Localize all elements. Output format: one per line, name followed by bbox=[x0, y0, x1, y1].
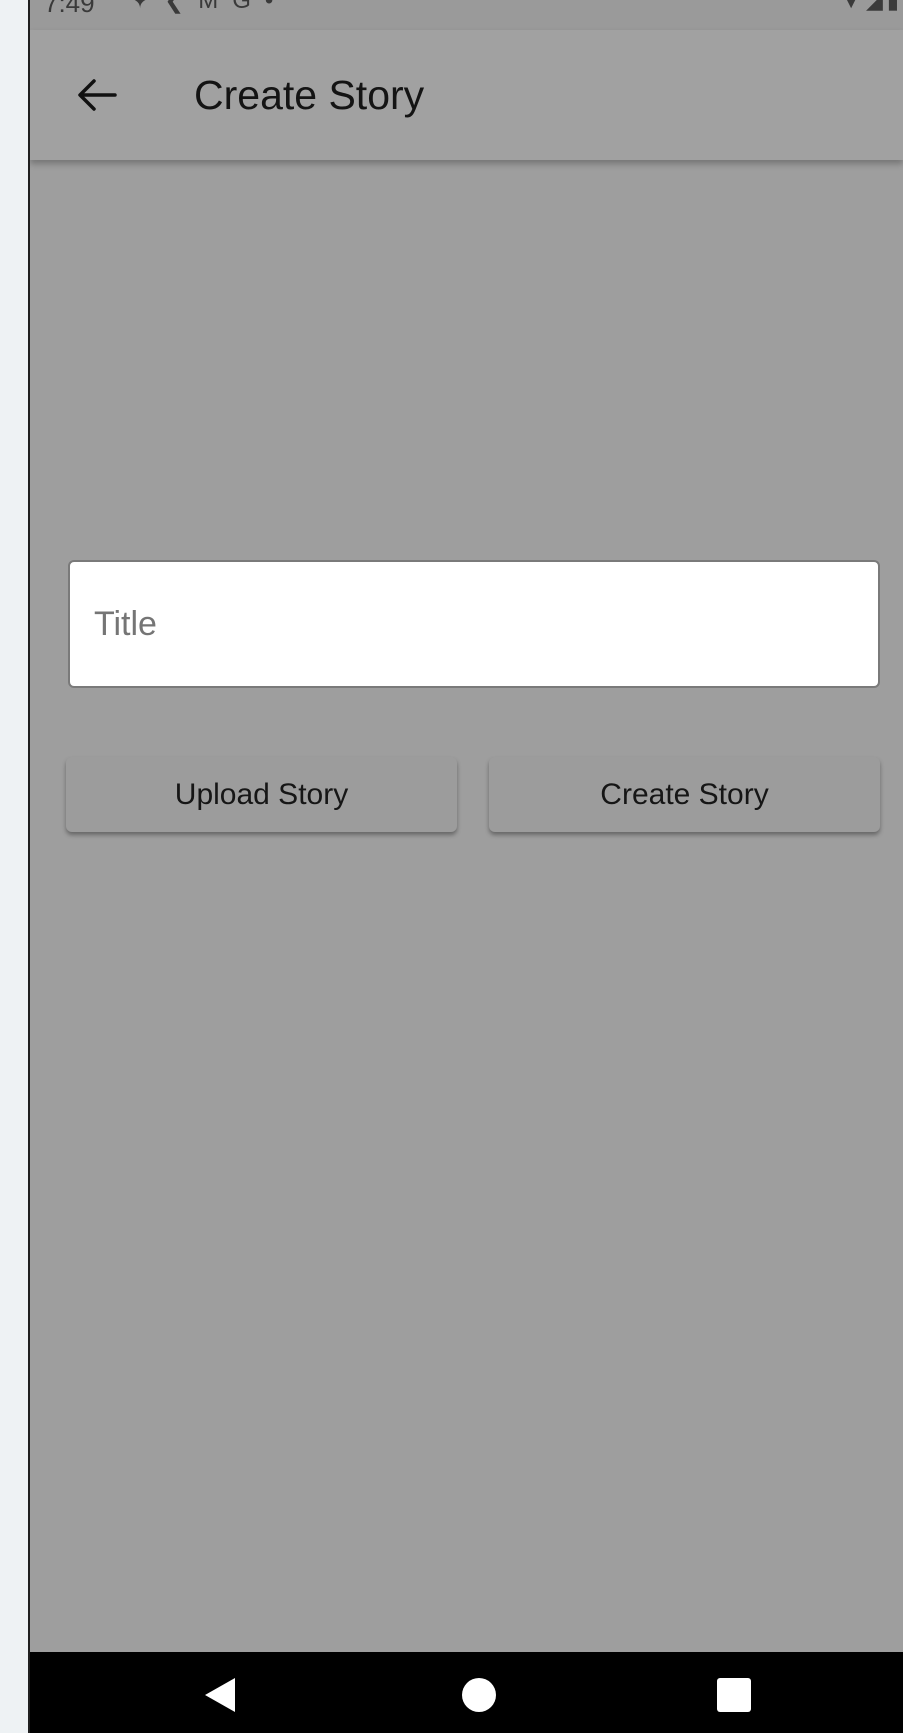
title-field[interactable] bbox=[68, 560, 880, 688]
dot-icon: • bbox=[264, 0, 288, 14]
back-button[interactable] bbox=[62, 60, 132, 130]
battery-icon: ▮ bbox=[886, 0, 903, 13]
app-icon: ❮ bbox=[164, 0, 199, 14]
screen-frame: 7:49 ✦❮MG• ▼◢▮ Create Story Upload Story… bbox=[0, 0, 903, 1733]
nav-recents-button[interactable] bbox=[709, 1670, 759, 1720]
title-input[interactable] bbox=[70, 562, 878, 686]
phone-screen: 7:49 ✦❮MG• ▼◢▮ Create Story Upload Story… bbox=[30, 0, 903, 1733]
square-recents-icon bbox=[717, 1678, 751, 1712]
upload-story-button[interactable]: Upload Story bbox=[66, 757, 457, 832]
signal-icon: ◢ bbox=[865, 0, 887, 13]
status-bar: 7:49 ✦❮MG• ▼◢▮ bbox=[30, 0, 903, 30]
app-bar: Create Story bbox=[30, 30, 903, 160]
triangle-back-icon bbox=[205, 1678, 235, 1712]
create-story-button[interactable]: Create Story bbox=[489, 757, 880, 832]
google-icon: G bbox=[232, 0, 265, 14]
settings-icon: ✦ bbox=[130, 0, 165, 14]
wifi-icon: ▼ bbox=[840, 0, 866, 13]
page-title: Create Story bbox=[194, 72, 425, 118]
nav-back-button[interactable] bbox=[194, 1670, 244, 1720]
circle-home-icon bbox=[462, 1678, 496, 1712]
system-nav-bar bbox=[30, 1652, 903, 1733]
status-time: 7:49 bbox=[44, 0, 95, 18]
status-system-icons: ▼◢▮ bbox=[840, 0, 903, 14]
gmail-icon: M bbox=[198, 0, 233, 14]
status-notification-icons: ✦❮MG• bbox=[130, 0, 287, 15]
nav-home-button[interactable] bbox=[454, 1670, 504, 1720]
arrow-left-icon bbox=[78, 79, 117, 111]
